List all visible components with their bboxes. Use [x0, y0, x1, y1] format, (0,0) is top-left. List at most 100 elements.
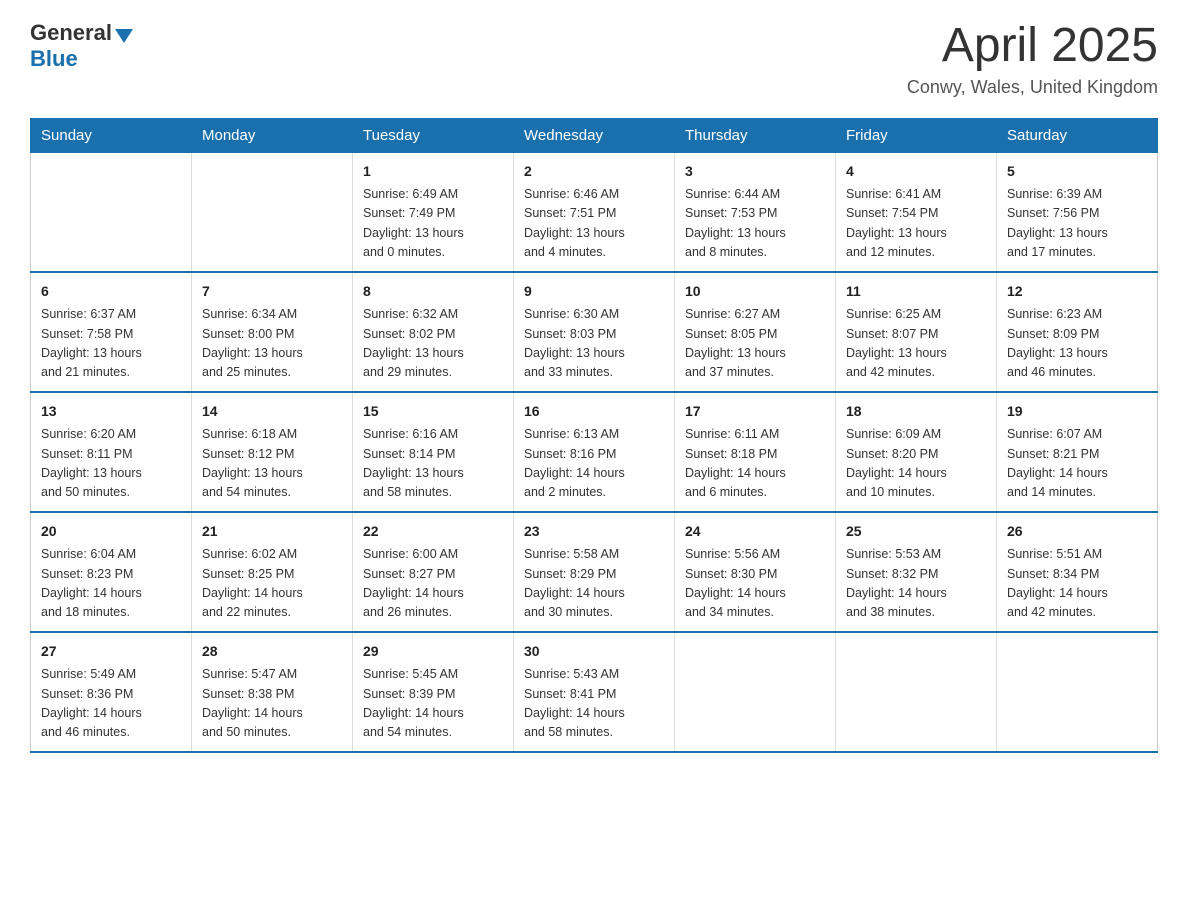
day-cell [997, 632, 1158, 752]
day-number: 27 [41, 641, 181, 662]
day-cell [31, 152, 192, 272]
day-number: 8 [363, 281, 503, 302]
day-info: Sunrise: 6:20 AM Sunset: 8:11 PM Dayligh… [41, 425, 181, 503]
day-info: Sunrise: 6:23 AM Sunset: 8:09 PM Dayligh… [1007, 305, 1147, 383]
week-row-2: 6Sunrise: 6:37 AM Sunset: 7:58 PM Daylig… [31, 272, 1158, 392]
day-number: 15 [363, 401, 503, 422]
day-info: Sunrise: 5:53 AM Sunset: 8:32 PM Dayligh… [846, 545, 986, 623]
day-number: 9 [524, 281, 664, 302]
day-cell: 10 Sunrise: 6:27 AM Sunset: 8:05 PM Dayli… [675, 272, 836, 392]
day-cell: 3 Sunrise: 6:44 AM Sunset: 7:53 PM Daylig… [675, 152, 836, 272]
day-number: 29 [363, 641, 503, 662]
day-cell: 27Sunrise: 5:49 AM Sunset: 8:36 PM Dayli… [31, 632, 192, 752]
day-cell: 16 Sunrise: 6:13 AM Sunset: 8:16 PM Dayli… [514, 392, 675, 512]
day-info: Sunrise: 6:02 AM Sunset: 8:25 PM Dayligh… [202, 545, 342, 623]
day-info: Sunrise: 6:09 AM Sunset: 8:20 PM Dayligh… [846, 425, 986, 503]
day-info: Sunrise: 5:51 AM Sunset: 8:34 PM Dayligh… [1007, 545, 1147, 623]
day-cell: 5Sunrise: 6:39 AM Sunset: 7:56 PM Daylig… [997, 152, 1158, 272]
day-cell: 24 Sunrise: 5:56 AM Sunset: 8:30 PM Dayli… [675, 512, 836, 632]
day-info: Sunrise: 6:07 AM Sunset: 8:21 PM Dayligh… [1007, 425, 1147, 503]
day-info: Sunrise: 6:32 AM Sunset: 8:02 PM Dayligh… [363, 305, 503, 383]
day-info: Sunrise: 6:46 AM Sunset: 7:51 PM Dayligh… [524, 185, 664, 263]
day-number: 30 [524, 641, 664, 662]
day-number: 16 [524, 401, 664, 422]
day-number: 1 [363, 161, 503, 182]
day-number: 19 [1007, 401, 1147, 422]
day-info: Sunrise: 5:47 AM Sunset: 8:38 PM Dayligh… [202, 665, 342, 743]
title-section: April 2025 Conwy, Wales, United Kingdom [907, 20, 1158, 98]
header-friday: Friday [836, 118, 997, 152]
day-number: 7 [202, 281, 342, 302]
day-info: Sunrise: 6:16 AM Sunset: 8:14 PM Dayligh… [363, 425, 503, 503]
day-info: Sunrise: 6:25 AM Sunset: 8:07 PM Dayligh… [846, 305, 986, 383]
day-cell: 2 Sunrise: 6:46 AM Sunset: 7:51 PM Daylig… [514, 152, 675, 272]
day-number: 24 [685, 521, 825, 542]
week-row-1: 1 Sunrise: 6:49 AM Sunset: 7:49 PM Daylig… [31, 152, 1158, 272]
day-cell: 20 Sunrise: 6:04 AM Sunset: 8:23 PM Dayli… [31, 512, 192, 632]
day-info: Sunrise: 6:04 AM Sunset: 8:23 PM Dayligh… [41, 545, 181, 623]
day-cell: 14 Sunrise: 6:18 AM Sunset: 8:12 PM Dayli… [192, 392, 353, 512]
day-info: Sunrise: 5:45 AM Sunset: 8:39 PM Dayligh… [363, 665, 503, 743]
day-info: Sunrise: 6:41 AM Sunset: 7:54 PM Dayligh… [846, 185, 986, 263]
header-wednesday: Wednesday [514, 118, 675, 152]
day-number: 28 [202, 641, 342, 662]
day-number: 18 [846, 401, 986, 422]
location: Conwy, Wales, United Kingdom [907, 77, 1158, 98]
day-cell: 29 Sunrise: 5:45 AM Sunset: 8:39 PM Dayli… [353, 632, 514, 752]
week-row-4: 20 Sunrise: 6:04 AM Sunset: 8:23 PM Dayli… [31, 512, 1158, 632]
month-title: April 2025 [907, 20, 1158, 73]
day-number: 25 [846, 521, 986, 542]
day-info: Sunrise: 6:44 AM Sunset: 7:53 PM Dayligh… [685, 185, 825, 263]
day-number: 21 [202, 521, 342, 542]
day-info: Sunrise: 5:43 AM Sunset: 8:41 PM Dayligh… [524, 665, 664, 743]
day-info: Sunrise: 6:13 AM Sunset: 8:16 PM Dayligh… [524, 425, 664, 503]
day-info: Sunrise: 5:58 AM Sunset: 8:29 PM Dayligh… [524, 545, 664, 623]
header-monday: Monday [192, 118, 353, 152]
day-number: 4 [846, 161, 986, 182]
day-number: 3 [685, 161, 825, 182]
day-cell: 1 Sunrise: 6:49 AM Sunset: 7:49 PM Daylig… [353, 152, 514, 272]
day-number: 20 [41, 521, 181, 542]
day-cell: 18 Sunrise: 6:09 AM Sunset: 8:20 PM Dayli… [836, 392, 997, 512]
day-info: Sunrise: 6:27 AM Sunset: 8:05 PM Dayligh… [685, 305, 825, 383]
day-info: Sunrise: 6:34 AM Sunset: 8:00 PM Dayligh… [202, 305, 342, 383]
day-number: 5 [1007, 161, 1147, 182]
day-cell: 25 Sunrise: 5:53 AM Sunset: 8:32 PM Dayli… [836, 512, 997, 632]
day-cell: 9 Sunrise: 6:30 AM Sunset: 8:03 PM Daylig… [514, 272, 675, 392]
header-thursday: Thursday [675, 118, 836, 152]
day-cell: 30 Sunrise: 5:43 AM Sunset: 8:41 PM Dayli… [514, 632, 675, 752]
page-header: General Blue April 2025 Conwy, Wales, Un… [30, 20, 1158, 98]
day-number: 10 [685, 281, 825, 302]
calendar-header-row: SundayMondayTuesdayWednesdayThursdayFrid… [31, 118, 1158, 152]
day-info: Sunrise: 6:30 AM Sunset: 8:03 PM Dayligh… [524, 305, 664, 383]
day-cell: 17 Sunrise: 6:11 AM Sunset: 8:18 PM Dayli… [675, 392, 836, 512]
day-cell: 6Sunrise: 6:37 AM Sunset: 7:58 PM Daylig… [31, 272, 192, 392]
day-cell [836, 632, 997, 752]
day-cell: 12 Sunrise: 6:23 AM Sunset: 8:09 PM Dayli… [997, 272, 1158, 392]
day-number: 13 [41, 401, 181, 422]
day-cell [675, 632, 836, 752]
day-cell: 23 Sunrise: 5:58 AM Sunset: 8:29 PM Dayli… [514, 512, 675, 632]
calendar-table: SundayMondayTuesdayWednesdayThursdayFrid… [30, 118, 1158, 754]
header-saturday: Saturday [997, 118, 1158, 152]
day-number: 23 [524, 521, 664, 542]
day-info: Sunrise: 5:56 AM Sunset: 8:30 PM Dayligh… [685, 545, 825, 623]
day-cell: 7 Sunrise: 6:34 AM Sunset: 8:00 PM Daylig… [192, 272, 353, 392]
day-info: Sunrise: 6:49 AM Sunset: 7:49 PM Dayligh… [363, 185, 503, 263]
day-cell: 15 Sunrise: 6:16 AM Sunset: 8:14 PM Dayli… [353, 392, 514, 512]
header-tuesday: Tuesday [353, 118, 514, 152]
day-cell: 8 Sunrise: 6:32 AM Sunset: 8:02 PM Daylig… [353, 272, 514, 392]
day-cell: 21 Sunrise: 6:02 AM Sunset: 8:25 PM Dayli… [192, 512, 353, 632]
logo: General Blue [30, 20, 133, 72]
day-info: Sunrise: 6:11 AM Sunset: 8:18 PM Dayligh… [685, 425, 825, 503]
day-info: Sunrise: 6:18 AM Sunset: 8:12 PM Dayligh… [202, 425, 342, 503]
day-cell: 11Sunrise: 6:25 AM Sunset: 8:07 PM Dayli… [836, 272, 997, 392]
day-cell: 4 Sunrise: 6:41 AM Sunset: 7:54 PM Daylig… [836, 152, 997, 272]
day-cell: 13 Sunrise: 6:20 AM Sunset: 8:11 PM Dayli… [31, 392, 192, 512]
day-number: 17 [685, 401, 825, 422]
day-number: 14 [202, 401, 342, 422]
day-number: 2 [524, 161, 664, 182]
day-number: 6 [41, 281, 181, 302]
day-number: 12 [1007, 281, 1147, 302]
header-sunday: Sunday [31, 118, 192, 152]
